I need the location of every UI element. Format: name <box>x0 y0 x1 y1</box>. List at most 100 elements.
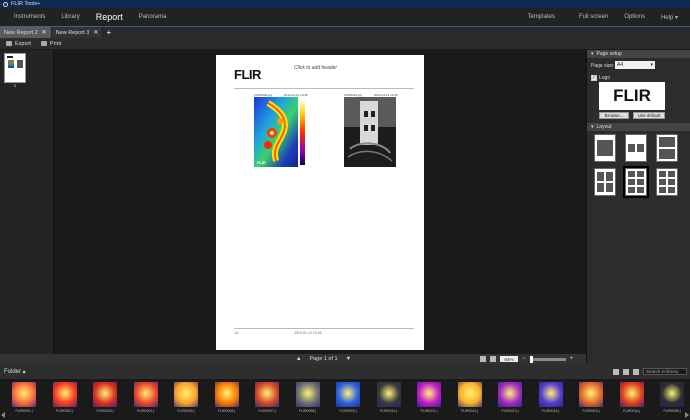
filmstrip-filename: FLIR0016.j <box>622 409 641 413</box>
filmstrip-item[interactable]: FLIR0013.j <box>494 382 526 418</box>
filmstrip-thumbnail <box>579 382 603 407</box>
page-thumbnail[interactable] <box>4 53 26 83</box>
grid-view-icon[interactable] <box>623 368 629 375</box>
collapse-icon: ▾ <box>591 124 594 130</box>
filmstrip-item[interactable]: FLIR0014.j <box>535 382 567 418</box>
filmstrip-filename: FLIR0003.j <box>96 409 114 413</box>
filmstrip-filename: FLIR0007.j <box>258 409 276 413</box>
previous-page-icon[interactable]: ▲ <box>296 356 301 362</box>
logo-checkbox[interactable]: ✓ <box>591 75 597 81</box>
menu-instruments[interactable]: Instruments <box>6 14 53 20</box>
folder-toggle[interactable]: Folder ▴ <box>4 368 26 375</box>
filmstrip-filename: FLIR0002.j <box>55 409 74 413</box>
print-button[interactable]: Print <box>40 40 62 47</box>
close-icon[interactable]: ✕ <box>93 29 98 36</box>
filmstrip-item[interactable]: FLIR0007.j <box>251 382 283 418</box>
menu-help[interactable]: Help ▾ <box>653 14 686 21</box>
filmstrip-item[interactable]: FLIR0004.j <box>130 382 162 418</box>
search-input[interactable]: Search in library <box>643 368 687 375</box>
export-icon <box>6 41 12 46</box>
page-setup-title: Page setup <box>596 51 622 57</box>
tab-label: New Report 3 <box>55 29 90 36</box>
next-page-icon[interactable]: ▼ <box>346 356 351 362</box>
ir-image-graphic: FLIR <box>254 97 305 167</box>
page-size-select[interactable]: A4 ▾ <box>615 61 655 69</box>
filmstrip-item[interactable]: FLIR0002.j <box>49 382 81 418</box>
zoom-out-icon[interactable]: − <box>522 356 526 362</box>
zoom-slider[interactable] <box>529 355 566 363</box>
layout-option-2[interactable] <box>625 134 647 162</box>
folder-view-icon[interactable] <box>613 368 619 375</box>
page-setup-header[interactable]: ▾ Page setup <box>587 50 690 58</box>
filmstrip-item[interactable]: FLIR0005.j <box>170 382 202 418</box>
layout-option-3[interactable] <box>656 134 678 162</box>
report-logo: FLIR <box>234 67 261 82</box>
filmstrip-item[interactable]: FLIR0012.j <box>454 382 486 418</box>
filmstrip-item[interactable]: FLIR0006.j <box>211 382 243 418</box>
report-status-bar: ▲ Page 1 of 1 ▼ 64% − + <box>0 354 586 364</box>
filmstrip-item[interactable]: FLIR0003.j <box>89 382 121 418</box>
report-page[interactable]: FLIR Click to add header FLIR0000.jpg 20… <box>216 55 424 350</box>
close-icon[interactable]: ✕ <box>42 29 47 36</box>
filmstrip-filename: FLIR0005.j <box>177 409 195 413</box>
list-view-icon[interactable] <box>633 368 639 375</box>
report-tab-bar: New Report 2 ✕ New Report 3 ✕ + <box>0 26 690 38</box>
zoom-level[interactable]: 64% <box>500 356 518 362</box>
print-label: Print <box>49 40 62 47</box>
filmstrip-item[interactable]: FLIR0009.j <box>332 382 364 418</box>
browse-button[interactable]: Browse... <box>599 112 629 119</box>
zoom-in-icon[interactable]: + <box>570 356 574 362</box>
filmstrip-thumbnail <box>255 382 279 407</box>
menu-templates[interactable]: Templates <box>520 14 563 20</box>
title-bar: FLIR Tools+ <box>0 0 690 8</box>
use-default-button[interactable]: Use default <box>633 112 665 119</box>
filmstrip-item[interactable]: FLIR0010.j <box>373 382 405 418</box>
zoom-slider-handle[interactable] <box>529 355 533 363</box>
menu-report[interactable]: Report <box>88 12 131 22</box>
filmstrip-item[interactable]: FLIR0016.j <box>616 382 648 418</box>
thumb-ir-image <box>8 60 14 68</box>
filmstrip-item[interactable]: FLIR0011.j <box>413 382 445 418</box>
layout-option-1[interactable] <box>594 134 616 162</box>
page-size-label: Page size: <box>591 63 615 69</box>
menu-panorama[interactable]: Panorama <box>131 14 175 20</box>
photo-image-graphic <box>344 97 396 167</box>
filmstrip-filename: FLIR0012.j <box>460 409 479 413</box>
print-icon <box>40 41 47 46</box>
filmstrip-filename: FLIR0001.j <box>15 409 33 413</box>
tab-new-report-2[interactable]: New Report 2 ✕ <box>0 27 52 38</box>
header-placeholder[interactable]: Click to add header <box>294 65 337 71</box>
menu-options[interactable]: Options <box>616 14 653 20</box>
filmstrip-filename: FLIR0010.j <box>379 409 398 413</box>
menu-library[interactable]: Library <box>53 14 87 20</box>
scroll-left-icon[interactable] <box>0 410 6 420</box>
header-divider <box>234 88 414 89</box>
scroll-right-icon[interactable] <box>684 410 690 420</box>
filmstrip-thumbnail <box>52 382 77 407</box>
filmstrip-thumbnail <box>93 382 117 407</box>
page-indicator: Page 1 of 1 <box>309 356 338 362</box>
app-title: FLIR Tools+ <box>11 1 41 7</box>
filmstrip-item[interactable]: FLIR0008.j <box>292 382 324 418</box>
filmstrip-filename: FLIR0008.j <box>298 409 317 413</box>
filmstrip-item[interactable]: FLIR0001.j <box>8 382 40 418</box>
layout-option-4[interactable] <box>594 168 616 196</box>
ir-image[interactable]: FLIR <box>254 97 306 167</box>
fit-width-icon[interactable] <box>490 356 496 362</box>
layout-header[interactable]: ▾ Layout <box>587 123 690 131</box>
tab-new-report-3[interactable]: New Report 3 ✕ <box>51 27 104 38</box>
add-tab-button[interactable]: + <box>103 27 114 38</box>
svg-text:FLIR: FLIR <box>257 160 266 165</box>
export-button[interactable]: Export <box>6 41 31 47</box>
filmstrip-filename: FLIR0015.j <box>582 409 600 413</box>
layout-option-6[interactable] <box>656 168 678 196</box>
settings-panel: ▾ Page setup Page size: A4 ▾ ✓ Logo FLIR… <box>586 50 690 364</box>
layout-option-5[interactable] <box>623 166 649 198</box>
filmstrip-item[interactable]: FLIR0015.j <box>575 382 607 418</box>
menu-fullscreen[interactable]: Full screen <box>571 14 616 20</box>
page-thumbnails-panel: 1 <box>0 50 54 354</box>
layout-title: Layout <box>596 124 612 130</box>
photo-image[interactable] <box>344 97 396 167</box>
thumb-logo <box>7 56 13 58</box>
fit-page-icon[interactable] <box>480 356 486 362</box>
